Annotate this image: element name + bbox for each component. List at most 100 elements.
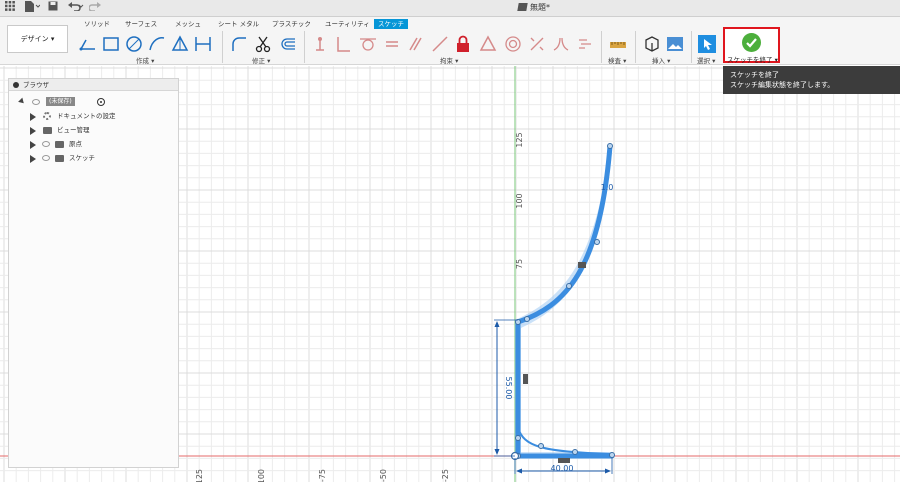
browser-item-named-views[interactable]: ビュー管理 (9, 123, 179, 137)
file-menu-icon[interactable] (22, 1, 42, 16)
app-grid-icon[interactable] (3, 1, 17, 16)
rectangle-tool-icon[interactable] (101, 34, 121, 54)
vertical-dimension-text: 55.00 (504, 377, 513, 400)
browser-item-label: 原点 (69, 140, 82, 148)
finish-sketch-tooltip: スケッチを終了 スケッチ編集状態を終了します。 (723, 66, 900, 94)
offset-tool-icon[interactable] (278, 34, 298, 54)
collapse-dot-icon[interactable] (13, 82, 19, 88)
ribbon-separator (601, 31, 602, 63)
ribbon-toolbar: デザイン ▾ ソリッド サーフェス メッシュ シート メタル プラスチック ユー… (0, 17, 900, 65)
x-axis-tick-label: -50 (379, 469, 388, 482)
visibility-eye-icon[interactable] (42, 141, 50, 147)
y-axis-tick-label: 125 (515, 132, 524, 147)
browser-item-origin[interactable]: 原点 (9, 137, 179, 151)
browser-item-label: スケッチ (69, 154, 95, 162)
symmetry-constraint-icon[interactable] (527, 34, 547, 54)
tab-sheet-metal[interactable]: シート メタル (214, 19, 263, 29)
root-component-chip: (未保存) (46, 97, 75, 106)
save-icon[interactable] (47, 1, 59, 16)
curvature-constraint-icon[interactable] (551, 34, 571, 54)
tab-sketch[interactable]: スケッチ (374, 19, 408, 29)
sketch-point (566, 283, 572, 289)
workspace-switcher[interactable]: デザイン ▾ (7, 25, 68, 53)
sketch-point (609, 452, 615, 458)
line-tool-icon[interactable] (78, 34, 98, 54)
sketch-point (594, 239, 600, 245)
mirror-tool-icon[interactable] (193, 34, 213, 54)
tangent-constraint-glyph (578, 262, 586, 268)
ribbon-separator (635, 31, 636, 63)
finish-sketch-label: スケッチを終了 ▾ (727, 56, 778, 64)
expand-arrow-icon[interactable] (30, 127, 36, 135)
ribbon-separator (304, 31, 305, 63)
expand-arrow-icon[interactable] (18, 97, 26, 106)
document-title-text: 無題* (530, 3, 550, 12)
fillet-tool-icon[interactable] (229, 34, 249, 54)
x-axis-tick-label: -100 (257, 469, 266, 482)
root-component-label: (未保存) (49, 98, 72, 105)
checkmark-icon (742, 33, 761, 52)
gear-icon (43, 112, 51, 120)
tab-utilities[interactable]: ユーティリティ (321, 19, 374, 29)
sketch-folder-icon (55, 155, 64, 162)
finish-sketch-button[interactable]: スケッチを終了 ▾ (723, 27, 780, 64)
constraints-group-label[interactable]: 拘束 ▾ (440, 55, 458, 65)
sketch-profile[interactable]: 55.00 40.00 1.0 (494, 143, 615, 475)
expand-arrow-icon[interactable] (30, 113, 36, 121)
measure-tool-icon[interactable] (608, 34, 628, 54)
sketch-point (515, 435, 521, 441)
circle-tool-icon[interactable] (124, 34, 144, 54)
sketch-point (572, 449, 578, 455)
equal-constraint-icon[interactable] (382, 34, 402, 54)
tab-surface[interactable]: サーフェス (121, 19, 161, 29)
browser-item-sketches[interactable]: スケッチ (9, 151, 179, 165)
tab-mesh[interactable]: メッシュ (171, 19, 205, 29)
x-axis-tick-label: -75 (318, 469, 327, 482)
expand-arrow-icon[interactable] (30, 155, 36, 163)
concentric-constraint-icon[interactable] (503, 34, 523, 54)
profile-region (515, 146, 612, 458)
horizontal-constraint-glyph (558, 458, 570, 463)
horizontal-dimension-text: 40.00 (551, 464, 574, 473)
parallel-constraint-icon[interactable] (405, 34, 425, 54)
title-bar: 無題* (0, 0, 900, 17)
redo-icon[interactable] (88, 1, 106, 16)
activate-radio-icon[interactable] (97, 98, 105, 106)
expand-arrow-icon[interactable] (30, 141, 36, 149)
tab-solid[interactable]: ソリッド (80, 19, 114, 29)
sketch-point (524, 316, 530, 322)
collinear-constraint-icon[interactable] (430, 34, 450, 54)
browser-item-root[interactable]: (未保存) (9, 95, 179, 109)
polygon-tool-icon[interactable] (170, 34, 190, 54)
ribbon-separator (222, 31, 223, 63)
tooltip-description: スケッチ編集状態を終了します。 (730, 81, 835, 89)
fix-lock-icon[interactable] (453, 34, 473, 54)
arc-tool-icon[interactable] (147, 34, 167, 54)
perpendicular-constraint-icon[interactable] (333, 34, 353, 54)
fusion-window: 無題* デザイン ▾ ソリッド サーフェス メッシュ シート メタル プラスチッ… (0, 0, 900, 482)
visibility-eye-icon[interactable] (32, 99, 40, 105)
select-tool-icon[interactable] (697, 34, 717, 54)
insert-image-icon[interactable] (665, 34, 685, 54)
modify-group-label[interactable]: 修正 ▾ (252, 55, 270, 65)
browser-header[interactable]: ブラウザ (9, 79, 178, 91)
horizontal-vertical-constraint-icon[interactable] (575, 34, 595, 54)
browser-item-document-settings[interactable]: ドキュメントの設定 (9, 109, 179, 123)
inspect-group-label[interactable]: 検査 ▾ (608, 55, 626, 65)
arc-dimension-text: 1.0 (601, 183, 614, 192)
x-axis-tick-label: -25 (441, 469, 450, 482)
undo-icon[interactable] (67, 1, 85, 16)
insert-derive-icon[interactable] (642, 34, 662, 54)
document-cube-icon (517, 3, 528, 11)
x-axis-tick-label: -125 (195, 469, 204, 482)
tangent-constraint-icon[interactable] (358, 34, 378, 54)
trim-scissors-icon[interactable] (253, 34, 273, 54)
insert-group-label[interactable]: 挿入 ▾ (652, 55, 670, 65)
midpoint-constraint-icon[interactable] (478, 34, 498, 54)
browser-title: ブラウザ (23, 81, 49, 89)
visibility-eye-icon[interactable] (42, 155, 50, 161)
tab-plastic[interactable]: プラスチック (268, 19, 315, 29)
select-group-label[interactable]: 選択 ▾ (697, 55, 715, 65)
create-group-label[interactable]: 作成 ▾ (136, 55, 154, 65)
coincident-constraint-icon[interactable] (310, 34, 330, 54)
